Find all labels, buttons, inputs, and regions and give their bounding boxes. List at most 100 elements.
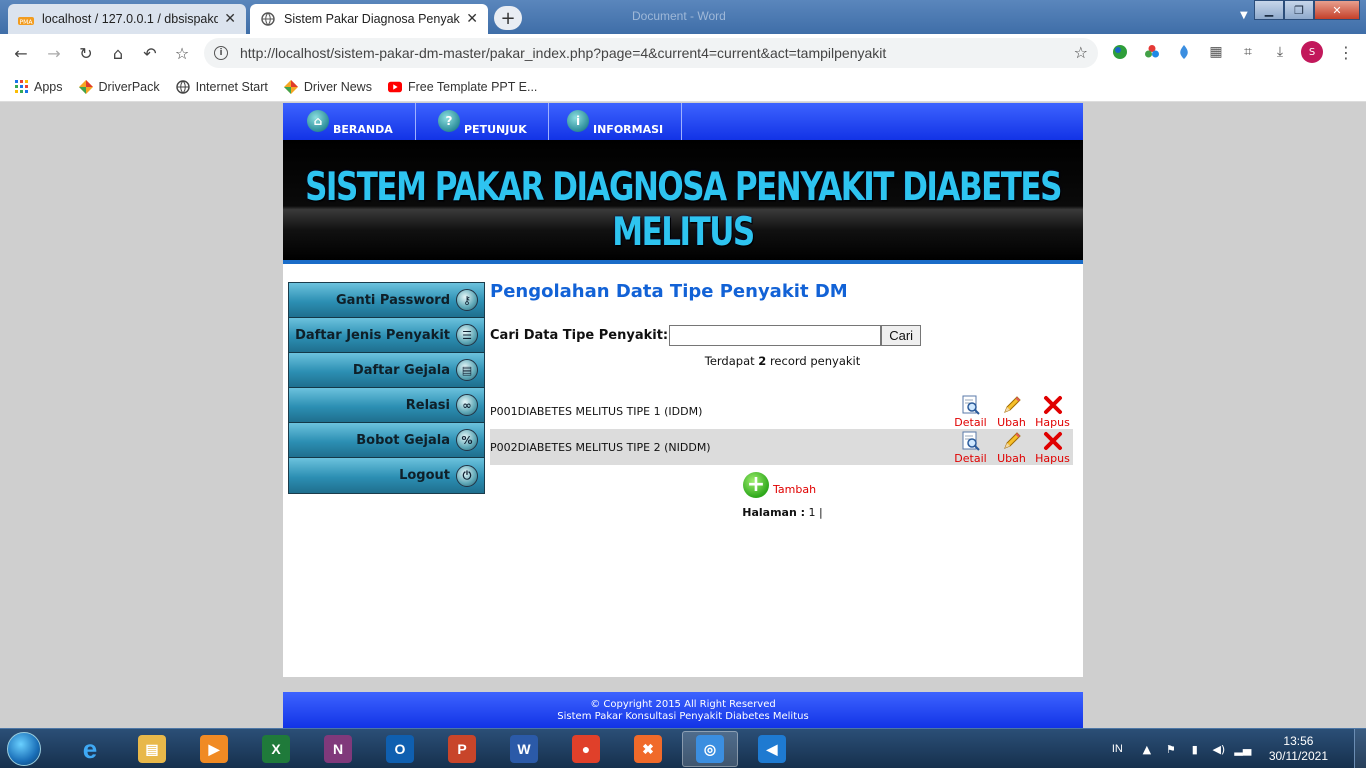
- new-tab-button[interactable]: +: [494, 6, 522, 30]
- undo-icon[interactable]: ↶: [139, 42, 161, 64]
- bookmark-driverpack[interactable]: DriverPack: [78, 79, 160, 94]
- main-content: Pengolahan Data Tipe Penyakit DM Cari Da…: [490, 280, 1075, 519]
- tab-search-icon[interactable]: ▼: [1240, 10, 1248, 21]
- table-row: P001DIABETES MELITUS TIPE 1 (IDDM) Detai…: [490, 393, 1073, 429]
- extension-globe-icon[interactable]: [1110, 42, 1130, 62]
- show-desktop-button[interactable]: [1354, 729, 1366, 768]
- taskbar-word[interactable]: W: [496, 731, 552, 767]
- download-icon[interactable]: ⤓: [1270, 42, 1290, 62]
- phpmyadmin-icon: PMA: [18, 11, 34, 27]
- crop-icon[interactable]: ⌗: [1238, 42, 1258, 62]
- taskbar-powerpoint[interactable]: P: [434, 731, 490, 767]
- sidebar-item-bobot-gejala[interactable]: Bobot Gejala %: [289, 423, 484, 458]
- language-indicator[interactable]: IN: [1112, 743, 1123, 755]
- extension-color-icon[interactable]: [1142, 42, 1162, 62]
- web-page: ⌂ BERANDA ? PETUNJUK i INFORMASI SISTEM …: [283, 103, 1083, 677]
- back-icon[interactable]: ←: [10, 42, 32, 64]
- xampp-icon: ✖: [634, 735, 662, 763]
- edit-button[interactable]: Ubah: [991, 431, 1032, 465]
- apps-grid-icon: [14, 80, 28, 94]
- reload-icon[interactable]: ↻: [75, 42, 97, 64]
- record-count: Terdapat 2 record penyakit: [490, 354, 1075, 368]
- taskbar-xampp[interactable]: ✖: [620, 731, 676, 767]
- search-button[interactable]: Cari: [881, 325, 922, 346]
- pagination-page-link[interactable]: 1 |: [809, 506, 823, 519]
- tray-arrow-icon[interactable]: ▲: [1139, 741, 1155, 757]
- taskbar-screen-capture[interactable]: ●: [558, 731, 614, 767]
- bookmark-star-icon[interactable]: ☆: [171, 42, 193, 64]
- detail-button[interactable]: Detail: [950, 431, 991, 465]
- onenote-icon: N: [324, 735, 352, 763]
- info-icon[interactable]: i: [214, 46, 228, 60]
- delete-button[interactable]: Hapus: [1032, 395, 1073, 429]
- bookmark-free-template[interactable]: Free Template PPT E...: [387, 80, 537, 94]
- add-label: Tambah: [773, 483, 817, 496]
- close-icon[interactable]: ✕: [466, 11, 478, 27]
- url-text[interactable]: http://localhost/sistem-pakar-dm-master/…: [240, 45, 886, 61]
- forward-icon[interactable]: →: [43, 42, 65, 64]
- taskbar-media-player[interactable]: ▶: [186, 731, 242, 767]
- home-icon: ⌂: [307, 110, 329, 132]
- nav-beranda[interactable]: ⌂ BERANDA: [283, 103, 416, 140]
- sidebar-item-label: Daftar Gejala: [352, 362, 450, 378]
- extension-drop-icon[interactable]: [1174, 42, 1194, 62]
- volume-icon[interactable]: ◀): [1211, 741, 1227, 757]
- taskbar-file-explorer[interactable]: ▤: [124, 731, 180, 767]
- clock-date: 30/11/2021: [1268, 749, 1328, 763]
- sidebar-item-relasi[interactable]: Relasi ∞: [289, 388, 484, 423]
- add-button[interactable]: + Tambah: [743, 472, 816, 498]
- sidebar-item-daftar-jenis-penyakit[interactable]: Daftar Jenis Penyakit ☰: [289, 318, 484, 353]
- sidebar-menu: Ganti Password ⚷ Daftar Jenis Penyakit ☰…: [288, 282, 485, 494]
- close-icon[interactable]: ✕: [224, 11, 236, 27]
- bookmark-label: Driver News: [303, 79, 372, 94]
- profile-avatar[interactable]: S: [1301, 41, 1323, 63]
- address-bar[interactable]: i http://localhost/sistem-pakar-dm-maste…: [204, 38, 1098, 68]
- delete-button[interactable]: Hapus: [1032, 431, 1073, 465]
- tab-phpmyadmin[interactable]: PMA localhost / 127.0.0.1 / dbsispakdm ✕: [8, 4, 246, 34]
- record-count-prefix: Terdapat: [704, 354, 755, 368]
- extensions-puzzle-icon[interactable]: ▦: [1206, 42, 1226, 62]
- maximize-button[interactable]: ❐: [1284, 0, 1314, 20]
- table-row: P002DIABETES MELITUS TIPE 2 (NIDDM) Deta…: [490, 429, 1073, 465]
- detail-button[interactable]: Detail: [950, 395, 991, 429]
- sidebar-item-daftar-gejala[interactable]: Daftar Gejala ▤: [289, 353, 484, 388]
- clock[interactable]: 13:56 30/11/2021: [1269, 734, 1328, 764]
- battery-icon[interactable]: ▮: [1187, 741, 1203, 757]
- bookmark-internet-start[interactable]: Internet Start: [175, 79, 268, 94]
- sidebar-item-logout[interactable]: Logout ⏻: [289, 458, 484, 493]
- bookmark-driver-news[interactable]: Driver News: [283, 79, 372, 94]
- network-icon[interactable]: ▂▄: [1234, 741, 1251, 757]
- windows-logo-icon: [7, 732, 41, 766]
- globe-icon: [175, 79, 190, 94]
- star-icon[interactable]: ☆: [1074, 43, 1088, 62]
- document-icon: ▤: [456, 359, 478, 381]
- search-input[interactable]: [669, 325, 882, 346]
- footer-subtitle: Sistem Pakar Konsultasi Penyakit Diabete…: [557, 711, 809, 722]
- info-icon: i: [567, 110, 589, 132]
- red-x-icon: [1043, 431, 1063, 451]
- media-player-icon: ▶: [200, 735, 228, 763]
- tab-sistem-pakar[interactable]: Sistem Pakar Diagnosa Penyakit Diabetes …: [250, 4, 488, 34]
- page-footer: © Copyright 2015 All Right Reserved Sist…: [283, 692, 1083, 728]
- nav-informasi[interactable]: i INFORMASI: [549, 103, 682, 140]
- taskbar-outlook[interactable]: O: [372, 731, 428, 767]
- start-button[interactable]: [2, 730, 46, 768]
- sidebar-item-label: Ganti Password: [336, 292, 450, 308]
- bookmark-apps[interactable]: Apps: [14, 80, 63, 94]
- taskbar-onenote[interactable]: N: [310, 731, 366, 767]
- sidebar-item-ganti-password[interactable]: Ganti Password ⚷: [289, 283, 484, 318]
- taskbar-chrome[interactable]: ◎: [682, 731, 738, 767]
- taskbar-ie[interactable]: e: [62, 731, 118, 767]
- nav-petunjuk[interactable]: ? PETUNJUK: [416, 103, 549, 140]
- taskbar-vscode[interactable]: ◀: [744, 731, 800, 767]
- close-window-button[interactable]: ✕: [1314, 0, 1360, 20]
- header-banner: SISTEM PAKAR DIAGNOSA PENYAKIT DIABETES …: [283, 140, 1083, 264]
- minimize-button[interactable]: ▁: [1254, 0, 1284, 20]
- more-menu-icon[interactable]: ⋮: [1336, 42, 1356, 62]
- edit-button[interactable]: Ubah: [991, 395, 1032, 429]
- banner-title: SISTEM PAKAR DIAGNOSA PENYAKIT DIABETES …: [305, 165, 1062, 255]
- folder-icon: ▤: [138, 735, 166, 763]
- home-icon[interactable]: ⌂: [107, 42, 129, 64]
- taskbar-excel[interactable]: X: [248, 731, 304, 767]
- action-center-icon[interactable]: ⚑: [1163, 741, 1179, 757]
